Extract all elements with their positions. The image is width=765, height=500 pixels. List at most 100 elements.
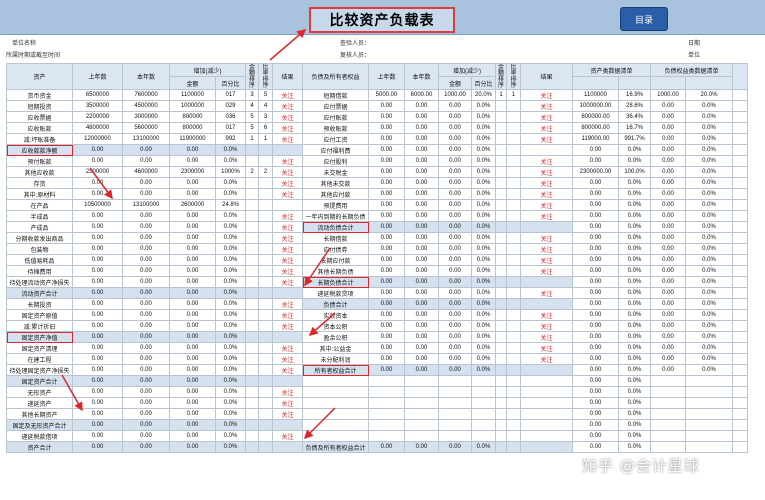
cell-change-amount: 0.00 <box>169 276 216 288</box>
cell-l-result[interactable] <box>520 441 573 453</box>
cell-l-ratio-rank <box>506 397 521 409</box>
cell-liability: 一年内到期的长期负债 <box>302 210 369 222</box>
cell-result[interactable]: 关注 <box>272 298 303 310</box>
cell-list-b-pct <box>685 419 734 431</box>
cell-l-result[interactable]: 关注 <box>520 309 573 321</box>
cell-result[interactable]: 关注 <box>272 166 303 178</box>
cell-l-result[interactable]: 关注 <box>520 122 573 134</box>
cell-l-ratio-rank <box>506 408 521 420</box>
cell-l-result[interactable] <box>520 144 573 156</box>
cell-l-result[interactable] <box>520 298 573 310</box>
cell-spacer <box>732 155 748 167</box>
cell-l-result[interactable]: 关注 <box>520 177 573 189</box>
cell-l-result[interactable]: 关注 <box>520 265 573 277</box>
cell-l-result[interactable]: 关注 <box>520 254 573 266</box>
cell-l-result[interactable] <box>520 408 573 420</box>
cell-list-a-pct: 0.0% <box>617 144 652 156</box>
cell-result[interactable] <box>272 144 303 156</box>
cell-result[interactable] <box>272 375 303 387</box>
cell-result[interactable] <box>272 441 303 453</box>
cell-cur: 7600000 <box>122 89 170 101</box>
table-row: 减:坏账准备 12000000 13100000 11900000 992 1 1 关注 应付工… <box>6 133 748 145</box>
cell-l-result[interactable]: 关注 <box>520 287 573 299</box>
cell-list-a-pct: 0.0% <box>617 254 652 266</box>
cell-change-amount: 800000 <box>169 111 216 123</box>
cell-l-prev: 0.00 <box>368 320 405 332</box>
cell-change-amount: 0.00 <box>169 232 216 244</box>
cell-l-result[interactable] <box>520 364 573 376</box>
cell-result[interactable] <box>272 331 303 343</box>
cell-result[interactable]: 关注 <box>272 177 303 189</box>
cell-l-ratio-rank <box>506 287 521 299</box>
cell-l-result[interactable] <box>520 419 573 431</box>
cell-l-result[interactable] <box>520 221 573 233</box>
cell-l-result[interactable]: 关注 <box>520 133 573 145</box>
cell-l-result[interactable]: 关注 <box>520 243 573 255</box>
cell-result[interactable]: 关注 <box>272 89 303 101</box>
cell-l-result[interactable] <box>520 276 573 288</box>
cell-list-b-pct <box>685 386 734 398</box>
cell-result[interactable]: 关注 <box>272 221 303 233</box>
cell-l-result[interactable]: 关注 <box>520 210 573 222</box>
cell-result[interactable]: 关注 <box>272 254 303 266</box>
cell-l-result[interactable]: 关注 <box>520 353 573 365</box>
cell-change-pct: 0.0% <box>215 419 246 431</box>
cell-l-cur: 0.00 <box>404 188 439 200</box>
cell-result[interactable]: 关注 <box>272 133 303 145</box>
cell-result[interactable] <box>272 419 303 431</box>
cell-result[interactable]: 关注 <box>272 100 303 112</box>
cell-result[interactable]: 关注 <box>272 276 303 288</box>
cell-result[interactable]: 关注 <box>272 155 303 167</box>
cell-l-result[interactable]: 关注 <box>520 155 573 167</box>
cell-l-result[interactable] <box>520 386 573 398</box>
cell-l-result[interactable]: 关注 <box>520 199 573 211</box>
cell-l-result[interactable]: 关注 <box>520 166 573 178</box>
cell-asset: 待摊费用 <box>6 265 73 277</box>
cell-l-change-pct: 0.0% <box>471 254 496 266</box>
cell-l-result[interactable] <box>520 375 573 387</box>
cell-result[interactable] <box>272 287 303 299</box>
cell-result[interactable]: 关注 <box>272 353 303 365</box>
cell-result[interactable]: 关注 <box>272 320 303 332</box>
cell-asset: 递延资产 <box>6 397 73 409</box>
cell-result[interactable]: 关注 <box>272 397 303 409</box>
cell-l-cur: 0.00 <box>404 342 439 354</box>
cell-l-prev: 0.00 <box>368 221 405 233</box>
cell-result[interactable]: 关注 <box>272 210 303 222</box>
cell-result[interactable]: 关注 <box>272 342 303 354</box>
cell-result[interactable]: 关注 <box>272 386 303 398</box>
cell-l-result[interactable]: 关注 <box>520 100 573 112</box>
cell-list-b-amount: 0.00 <box>650 342 687 354</box>
cell-result[interactable]: 关注 <box>272 265 303 277</box>
cell-list-a-pct: 0.0% <box>617 210 652 222</box>
cell-result[interactable]: 关注 <box>272 111 303 123</box>
cell-l-result[interactable]: 关注 <box>520 331 573 343</box>
cell-result[interactable]: 关注 <box>272 232 303 244</box>
cell-change-amount: 0.00 <box>169 210 216 222</box>
cell-result[interactable]: 关注 <box>272 122 303 134</box>
col-change-pct: 百分比 <box>215 76 246 90</box>
cell-change-pct: 0.0% <box>215 265 246 277</box>
cell-amount-rank <box>245 320 259 332</box>
cell-l-result[interactable]: 关注 <box>520 111 573 123</box>
cell-l-result[interactable]: 关注 <box>520 89 573 101</box>
cell-l-result[interactable]: 关注 <box>520 342 573 354</box>
cell-l-result[interactable]: 关注 <box>520 188 573 200</box>
cell-result[interactable] <box>272 199 303 211</box>
cell-result[interactable]: 关注 <box>272 430 303 442</box>
table-row: 递延税款借项 0.00 0.00 0.00 0.0% 关注 0.00 0.0% <box>6 430 748 442</box>
table-row: 预付账款 0.00 0.00 0.00 0.0% 关注 应付股利 0.00 0.00 0.00 0.… <box>6 155 748 167</box>
cell-l-result[interactable] <box>520 397 573 409</box>
cell-l-result[interactable]: 关注 <box>520 320 573 332</box>
menu-button[interactable]: 目录 <box>620 7 668 31</box>
cell-l-result[interactable] <box>520 430 573 442</box>
cell-result[interactable]: 关注 <box>272 309 303 321</box>
cell-result[interactable]: 关注 <box>272 408 303 420</box>
cell-l-result[interactable]: 关注 <box>520 232 573 244</box>
cell-list-a-amount: 0.00 <box>572 232 619 244</box>
cell-result[interactable]: 关注 <box>272 364 303 376</box>
cell-result[interactable]: 关注 <box>272 243 303 255</box>
cell-result[interactable]: 关注 <box>272 188 303 200</box>
cell-change-pct: 0.0% <box>215 243 246 255</box>
cell-l-amount-rank <box>495 320 507 332</box>
